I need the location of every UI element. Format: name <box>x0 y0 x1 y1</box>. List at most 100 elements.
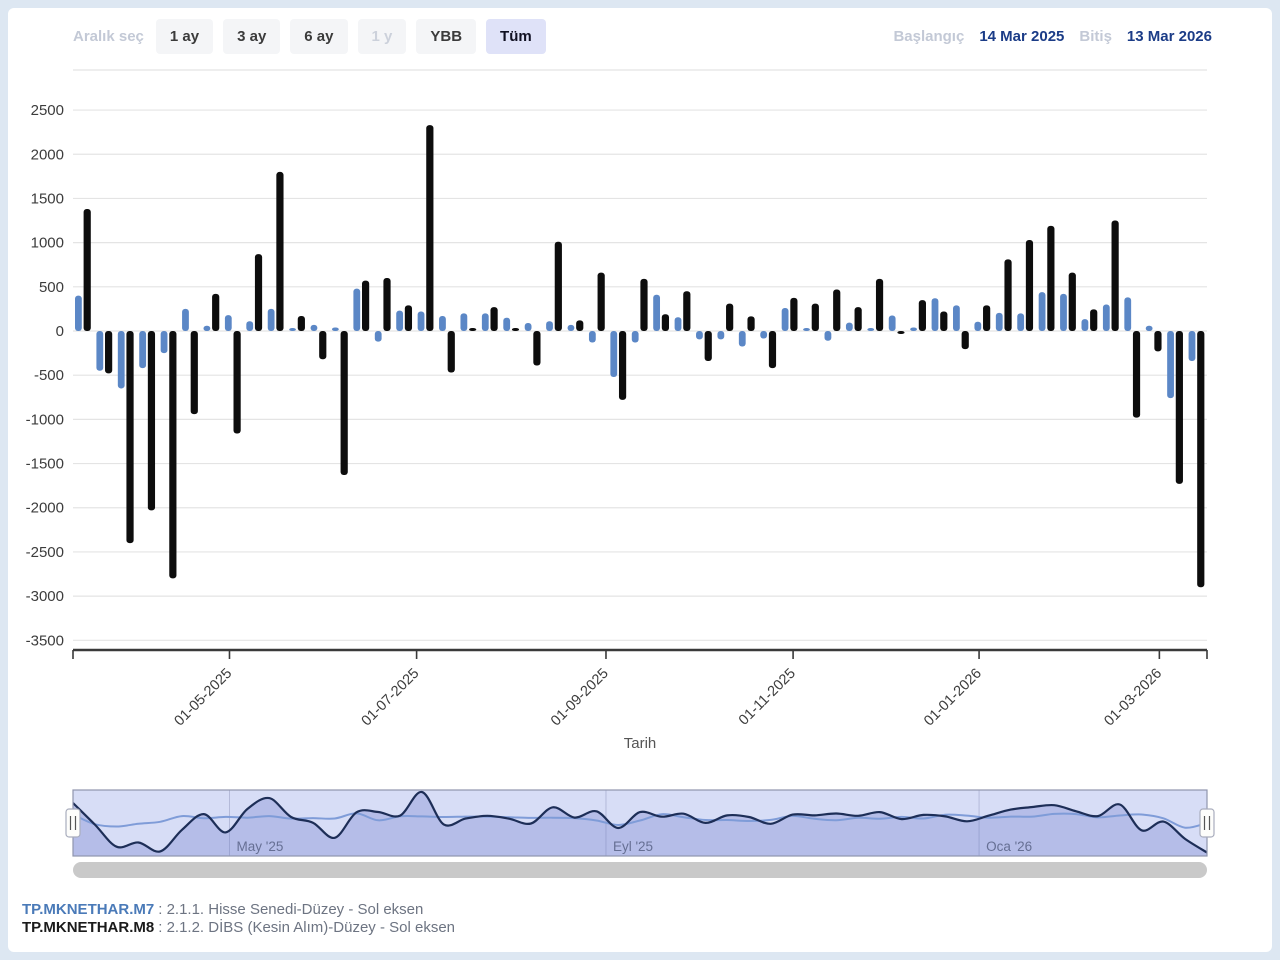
dibs-bar[interactable] <box>319 331 326 359</box>
dibs-bar[interactable] <box>341 331 348 475</box>
legend-series-code[interactable]: TP.MKNETHAR.M8 <box>22 919 154 936</box>
hisse-bar[interactable] <box>782 308 789 331</box>
dibs-bar[interactable] <box>598 273 605 331</box>
dibs-bar[interactable] <box>833 289 840 331</box>
dibs-bar[interactable] <box>533 331 540 365</box>
dibs-bar[interactable] <box>555 242 562 331</box>
dibs-bar[interactable] <box>919 300 926 331</box>
hisse-bar[interactable] <box>696 331 703 339</box>
hisse-bar[interactable] <box>632 331 639 342</box>
dibs-bar[interactable] <box>769 331 776 368</box>
hisse-bar[interactable] <box>311 325 318 331</box>
hisse-bar[interactable] <box>225 315 232 331</box>
hisse-bar[interactable] <box>996 313 1003 331</box>
dibs-bar[interactable] <box>640 279 647 331</box>
range-button-ybb[interactable]: YBB <box>416 19 476 54</box>
hisse-bar[interactable] <box>546 321 553 331</box>
dibs-bar[interactable] <box>855 307 862 331</box>
dibs-bar[interactable] <box>126 331 133 543</box>
hisse-bar[interactable] <box>139 331 146 368</box>
dibs-bar[interactable] <box>448 331 455 373</box>
dibs-bar[interactable] <box>469 328 476 331</box>
dibs-bar[interactable] <box>169 331 176 578</box>
legend-row-TP.MKNETHAR.M8[interactable]: TP.MKNETHAR.M8: 2.1.2. DİBS (Kesin Alım)… <box>22 919 455 937</box>
dibs-bar[interactable] <box>1197 331 1204 587</box>
dibs-bar[interactable] <box>1069 273 1076 331</box>
hisse-bar[interactable] <box>825 331 832 341</box>
dibs-bar[interactable] <box>790 298 797 331</box>
hisse-bar[interactable] <box>803 328 810 331</box>
hisse-bar[interactable] <box>503 318 510 331</box>
hisse-bar[interactable] <box>182 309 189 331</box>
hisse-bar[interactable] <box>332 327 339 331</box>
hisse-bar[interactable] <box>846 323 853 331</box>
hisse-bar[interactable] <box>1082 319 1089 331</box>
dibs-bar[interactable] <box>212 294 219 331</box>
dibs-bar[interactable] <box>619 331 626 400</box>
dibs-bar[interactable] <box>105 331 112 373</box>
hisse-bar[interactable] <box>289 328 296 331</box>
hisse-bar[interactable] <box>418 312 425 331</box>
hisse-bar[interactable] <box>932 298 939 331</box>
dibs-bar[interactable] <box>683 291 690 331</box>
dibs-bar[interactable] <box>747 316 754 331</box>
dibs-bar[interactable] <box>662 314 669 331</box>
dibs-bar[interactable] <box>405 305 412 331</box>
dibs-bar[interactable] <box>726 304 733 331</box>
hisse-bar[interactable] <box>953 305 960 331</box>
dibs-bar[interactable] <box>812 304 819 331</box>
dibs-bar[interactable] <box>1176 331 1183 484</box>
dibs-bar[interactable] <box>1090 309 1097 331</box>
hisse-bar[interactable] <box>1017 313 1024 331</box>
scrollbar-thumb[interactable] <box>73 862 1207 878</box>
hisse-bar[interactable] <box>203 326 210 331</box>
range-button-tüm[interactable]: Tüm <box>486 19 546 54</box>
hisse-bar[interactable] <box>353 289 360 331</box>
hisse-bar[interactable] <box>75 296 82 331</box>
hisse-bar[interactable] <box>396 311 403 331</box>
hisse-bar[interactable] <box>1060 294 1067 331</box>
dibs-bar[interactable] <box>298 316 305 331</box>
dibs-bar[interactable] <box>897 331 904 334</box>
dibs-bar[interactable] <box>191 331 198 414</box>
hisse-bar[interactable] <box>161 331 168 353</box>
dibs-bar[interactable] <box>84 209 91 331</box>
hisse-bar[interactable] <box>482 313 489 331</box>
dibs-bar[interactable] <box>1004 259 1011 331</box>
range-button-6-ay[interactable]: 6 ay <box>290 19 347 54</box>
hisse-bar[interactable] <box>268 309 275 331</box>
hisse-bar[interactable] <box>460 313 467 331</box>
dibs-bar[interactable] <box>576 320 583 331</box>
hisse-bar[interactable] <box>439 316 446 331</box>
hisse-bar[interactable] <box>653 295 660 331</box>
navigator-left-handle[interactable] <box>66 809 80 837</box>
hisse-bar[interactable] <box>1167 331 1174 398</box>
dibs-bar[interactable] <box>983 305 990 331</box>
end-date-value[interactable]: 13 Mar 2026 <box>1127 28 1212 45</box>
hisse-bar[interactable] <box>739 331 746 346</box>
dibs-bar[interactable] <box>383 278 390 331</box>
dibs-bar[interactable] <box>234 331 241 434</box>
hisse-bar[interactable] <box>96 331 103 371</box>
dibs-bar[interactable] <box>876 279 883 331</box>
dibs-bar[interactable] <box>490 307 497 331</box>
dibs-bar[interactable] <box>512 328 519 331</box>
dibs-bar[interactable] <box>1026 240 1033 331</box>
dibs-bar[interactable] <box>1047 226 1054 331</box>
dibs-bar[interactable] <box>148 331 155 510</box>
hisse-bar[interactable] <box>760 331 767 339</box>
range-button-1-ay[interactable]: 1 ay <box>156 19 213 54</box>
dibs-bar[interactable] <box>940 312 947 331</box>
dibs-bar[interactable] <box>1133 331 1140 418</box>
hisse-bar[interactable] <box>589 331 596 342</box>
hisse-bar[interactable] <box>610 331 617 377</box>
hisse-bar[interactable] <box>974 322 981 331</box>
hisse-bar[interactable] <box>375 331 382 342</box>
navigator-right-handle[interactable] <box>1200 809 1214 837</box>
dibs-bar[interactable] <box>962 331 969 349</box>
bars-dibs[interactable] <box>84 125 1205 587</box>
hisse-bar[interactable] <box>246 321 253 331</box>
hisse-bar[interactable] <box>1039 292 1046 331</box>
hisse-bar[interactable] <box>889 316 896 331</box>
dibs-bar[interactable] <box>705 331 712 361</box>
